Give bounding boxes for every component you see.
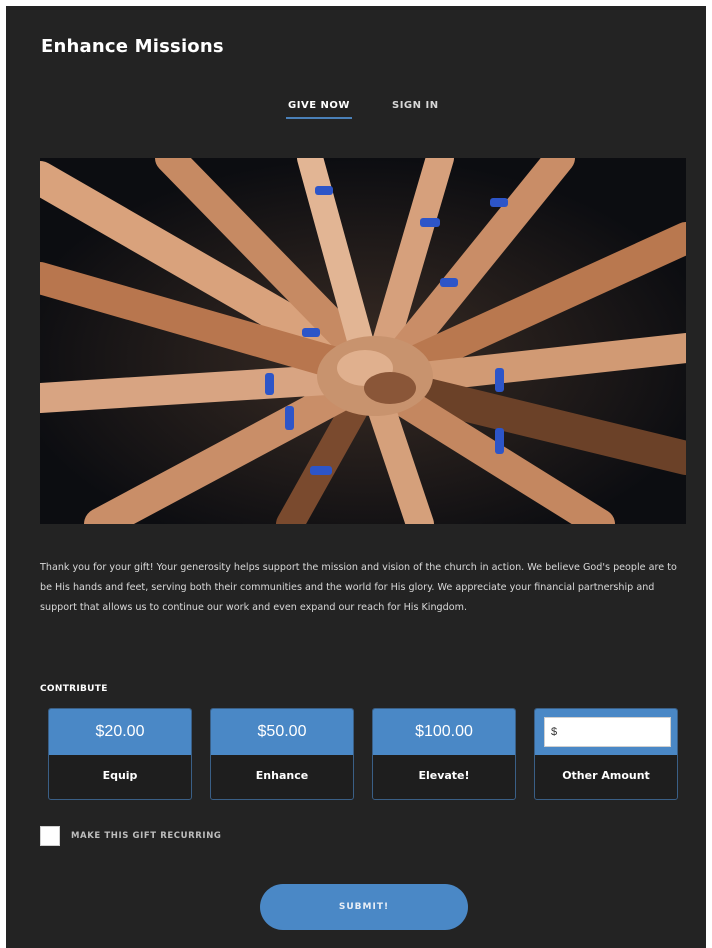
tab-bar: GIVE NOW SIGN IN (6, 100, 706, 130)
amount-name: Enhance (255, 769, 309, 782)
tab-give-now-label: GIVE NOW (288, 100, 350, 111)
active-tab-indicator (286, 117, 352, 119)
submit-button[interactable]: SUBMIT! (260, 884, 468, 930)
amount-name: Elevate! (418, 769, 470, 782)
amount-option-elevate[interactable]: $100.00 Elevate! (372, 708, 516, 800)
amount-name: Equip (102, 769, 138, 782)
amount-value: $20.00 (49, 709, 191, 755)
recurring-label: MAKE THIS GIFT RECURRING (71, 831, 222, 841)
tab-give-now[interactable]: GIVE NOW (286, 100, 352, 119)
amount-value: $100.00 (373, 709, 515, 755)
hands-together-photo (40, 158, 686, 524)
amount-option-equip[interactable]: $20.00 Equip (48, 708, 192, 800)
other-amount-input[interactable] (544, 717, 671, 747)
amount-option-enhance[interactable]: $50.00 Enhance (210, 708, 354, 800)
hands-illustration (40, 158, 686, 524)
amount-option-other[interactable]: Other Amount (534, 708, 678, 800)
description-text: Thank you for your gift! Your generosity… (40, 562, 677, 613)
contribute-label: CONTRIBUTE (40, 684, 108, 694)
amount-name: Other Amount (562, 769, 650, 782)
amount-value: $50.00 (211, 709, 353, 755)
other-amount-field-wrap (535, 709, 677, 755)
page-title: Enhance Missions (41, 36, 224, 57)
tab-sign-in[interactable]: SIGN IN (392, 100, 439, 119)
recurring-checkbox[interactable] (40, 826, 60, 846)
giving-page: Enhance Missions GIVE NOW SIGN IN Thank … (6, 6, 706, 948)
